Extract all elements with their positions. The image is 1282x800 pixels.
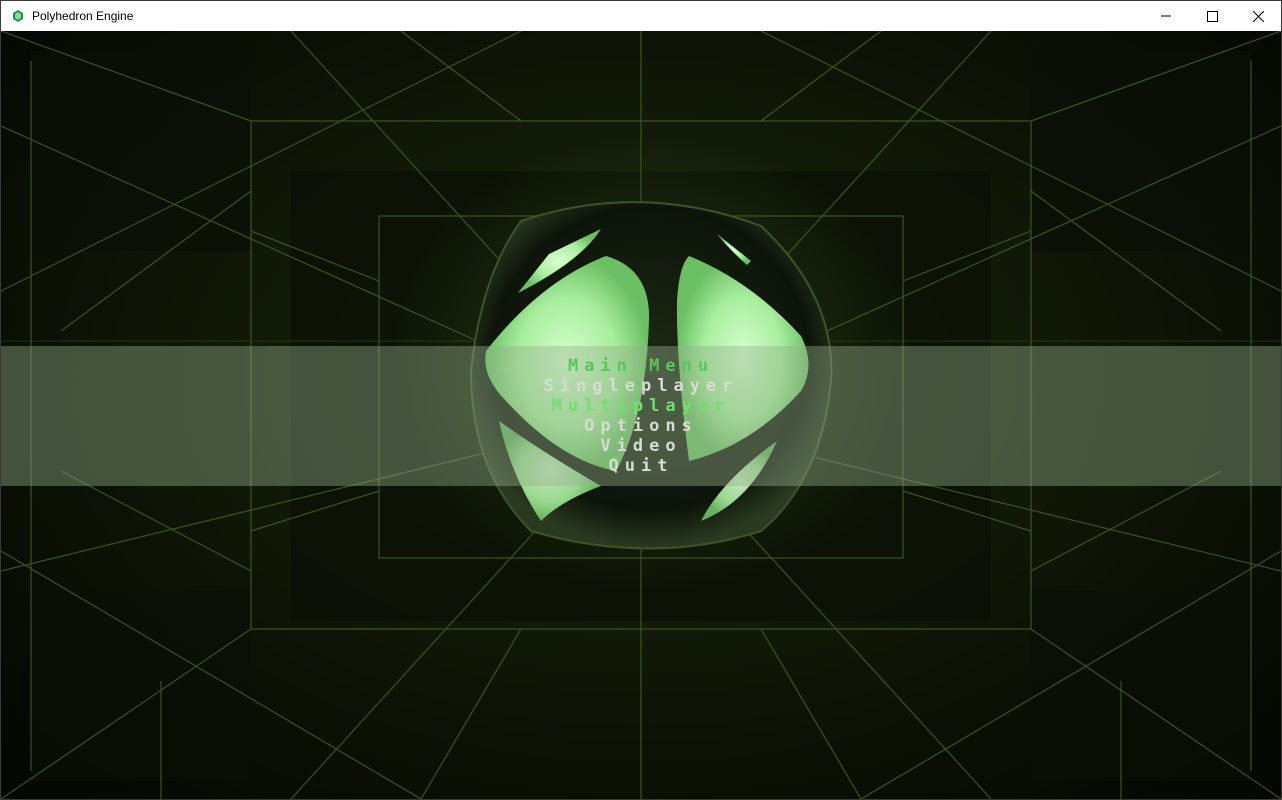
close-icon xyxy=(1252,10,1264,22)
maximize-button[interactable] xyxy=(1189,1,1235,31)
main-menu: Main Menu Singleplayer Multiplayer Optio… xyxy=(1,346,1281,476)
minimize-icon xyxy=(1161,15,1171,17)
app-window: Polyhedron Engine Main Menu Singleplayer… xyxy=(0,0,1282,800)
close-button[interactable] xyxy=(1235,1,1281,31)
menu-item-quit[interactable]: Quit xyxy=(1,456,1281,476)
menu-item-multiplayer[interactable]: Multiplayer xyxy=(1,396,1281,416)
window-controls xyxy=(1143,1,1281,31)
menu-item-singleplayer[interactable]: Singleplayer xyxy=(1,376,1281,396)
polyhedron-app-icon xyxy=(10,8,26,24)
maximize-icon xyxy=(1206,10,1218,22)
window-title: Polyhedron Engine xyxy=(32,9,134,23)
game-viewport[interactable]: Main Menu Singleplayer Multiplayer Optio… xyxy=(1,31,1281,799)
menu-item-video[interactable]: Video xyxy=(1,436,1281,456)
title-bar[interactable]: Polyhedron Engine xyxy=(1,1,1281,31)
minimize-button[interactable] xyxy=(1143,1,1189,31)
menu-item-options[interactable]: Options xyxy=(1,416,1281,436)
menu-title: Main Menu xyxy=(567,356,715,376)
